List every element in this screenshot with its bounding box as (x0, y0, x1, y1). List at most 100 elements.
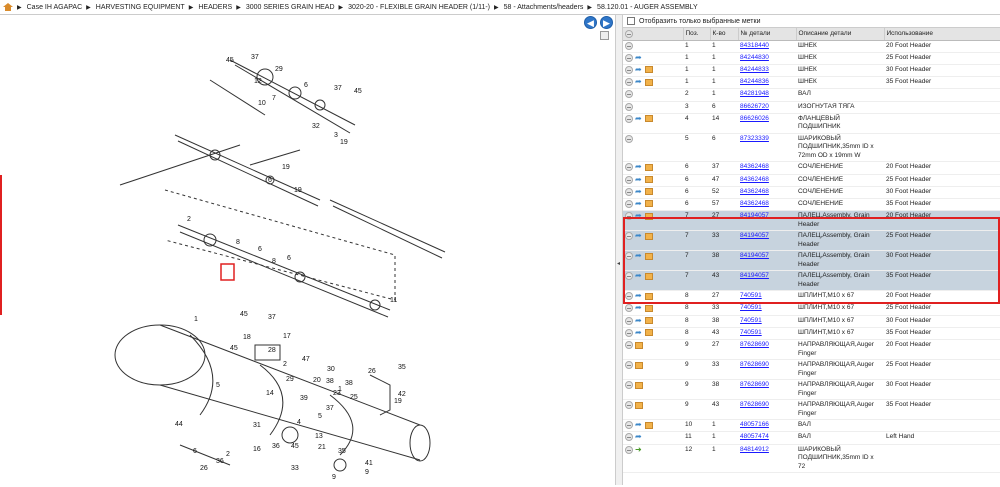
callout-label[interactable]: 45 (354, 88, 362, 95)
zoom-toggle[interactable] (600, 31, 609, 40)
cart-box-icon[interactable] (635, 381, 643, 389)
callout-label[interactable]: 42 (398, 391, 406, 398)
table-row[interactable]: ➦ 8 27 740591 ШПЛИНТ,M10 x 67 20 Foot Header (623, 290, 1000, 304)
part-number-link[interactable]: 84194057 (740, 232, 769, 239)
callout-label[interactable]: 6 (287, 255, 291, 262)
callout-label[interactable]: 5 (318, 413, 322, 420)
expand-icon[interactable] (625, 199, 633, 208)
replace-arrow-icon[interactable]: ➦ (635, 252, 643, 260)
callout-label[interactable]: 5 (216, 382, 220, 389)
callout-label[interactable]: 36 (272, 443, 280, 450)
callout-label[interactable]: 19 (294, 187, 302, 194)
replace-arrow-icon[interactable]: ➦ (635, 421, 643, 429)
expand-icon[interactable] (625, 114, 633, 123)
collapse-arrow-icon[interactable]: ◂ (617, 260, 620, 267)
table-row[interactable]: ➦ 8 38 740591 ШПЛИНТ,M10 x 67 30 Foot Header (623, 315, 1000, 328)
callout-label[interactable]: 38 (326, 378, 334, 385)
callout-label[interactable]: 6 (304, 82, 308, 89)
callout-label[interactable]: 33 (291, 465, 299, 472)
part-number-link[interactable]: 87628690 (740, 401, 769, 408)
expand-icon[interactable] (625, 232, 633, 241)
replace-arrow-icon[interactable]: ➦ (635, 187, 643, 196)
callout-label[interactable]: 19 (394, 398, 402, 405)
part-number-link[interactable]: 740591 (740, 292, 762, 299)
part-number-link[interactable]: 84362468 (740, 200, 769, 207)
table-row[interactable]: ➦ 7 43 84194057 ПАЛЕЦ,Assembly, Grain Header… (623, 270, 1000, 292)
table-row[interactable]: 9 38 87628690 НАПРАВЛЯЮЩАЯ,Auger Finger 30 F… (623, 379, 1000, 401)
table-row[interactable]: ➦ 8 43 740591 ШПЛИНТ,M10 x 67 35 Foot Header (623, 327, 1000, 341)
cart-box-icon[interactable] (645, 66, 653, 74)
diagram-panel[interactable]: 45 37 29 12 10 7 6 37 45 32 3 19 19 6 19 2 8 6 8 6 11 5 1 45 37 1… (0, 15, 615, 485)
expand-icon[interactable] (625, 272, 633, 281)
cart-box-icon[interactable] (645, 212, 653, 220)
cart-box-icon[interactable] (645, 115, 653, 123)
part-number-link[interactable]: 84362468 (740, 176, 769, 183)
part-number-link[interactable]: 740591 (740, 329, 762, 336)
forward-arrow-icon[interactable]: ▶ (600, 16, 613, 29)
callout-label[interactable]: 16 (253, 446, 261, 453)
table-row[interactable]: ➦ 6 47 84362468 СОЧЛЕНЕНИЕ 25 Foot Header (623, 174, 1000, 187)
breadcrumb-item[interactable]: 58 - Attachments/headers (504, 4, 584, 11)
callout-label[interactable]: 8 (236, 239, 240, 246)
table-row[interactable]: ➦ 11 1 48057474 ВАЛ Left Hand (623, 431, 1000, 445)
part-number-link[interactable]: 84244830 (740, 54, 769, 61)
callout-label[interactable]: 35 (398, 364, 406, 371)
callout-label[interactable]: 1 (194, 316, 198, 323)
cart-box-icon[interactable] (645, 292, 653, 300)
replace-arrow-icon[interactable]: ➦ (635, 163, 643, 171)
callout-label[interactable]: 20 (313, 377, 321, 384)
table-row[interactable]: ➦ 7 33 84194057 ПАЛЕЦ,Assembly, Grain Header… (623, 230, 1000, 252)
callout-label[interactable]: 47 (302, 356, 310, 363)
callout-label[interactable]: 45 (226, 57, 234, 64)
callout-label[interactable]: 17 (283, 333, 291, 340)
replace-arrow-icon[interactable]: ➦ (635, 199, 643, 208)
expand-icon[interactable] (625, 175, 633, 184)
callout-label[interactable]: 9 (332, 474, 336, 481)
replace-arrow-icon[interactable]: ➦ (635, 78, 643, 86)
callout-label[interactable]: 26 (368, 368, 376, 375)
expand-icon[interactable] (625, 187, 633, 196)
replace-arrow-icon[interactable]: ➦ (635, 328, 643, 337)
table-row[interactable]: 9 33 87628690 НАПРАВЛЯЮЩАЯ,Auger Finger 25 F… (623, 359, 1000, 381)
part-number-link[interactable]: 84362468 (740, 188, 769, 195)
cart-box-icon[interactable] (645, 252, 653, 260)
callout-label[interactable]: 18 (243, 334, 251, 341)
part-number-link[interactable]: 84194057 (740, 272, 769, 279)
expand-icon[interactable] (625, 212, 633, 221)
callout-label[interactable]: 6 (193, 448, 197, 455)
expand-icon[interactable] (625, 316, 633, 325)
callout-label[interactable]: 2 (187, 216, 191, 223)
replace-arrow-icon[interactable]: ➦ (635, 114, 643, 123)
callout-label[interactable]: 41 (365, 460, 373, 467)
callout-label[interactable]: 45 (291, 443, 299, 450)
replace-arrow-icon[interactable]: ➦ (635, 53, 643, 62)
part-number-link[interactable]: 740591 (740, 304, 762, 311)
callout-label[interactable]: 45 (230, 345, 238, 352)
callout-label[interactable]: 37 (334, 85, 342, 92)
callout-label[interactable]: 29 (286, 376, 294, 383)
cart-box-icon[interactable] (645, 176, 653, 184)
cart-box-icon[interactable] (645, 272, 653, 280)
expand-icon[interactable] (625, 292, 633, 301)
show-selected-checkbox[interactable] (627, 17, 635, 25)
cart-box-icon[interactable] (635, 401, 643, 409)
table-row[interactable]: ➦ 6 57 84362468 СОЧЛЕНЕНИЕ 35 Foot Header (623, 198, 1000, 212)
cart-box-icon[interactable] (645, 200, 653, 208)
part-number-link[interactable]: 48057474 (740, 433, 769, 440)
callout-label[interactable]: 21 (318, 444, 326, 451)
expand-icon[interactable] (625, 401, 633, 410)
breadcrumb-item[interactable]: HARVESTING EQUIPMENT (96, 4, 185, 11)
table-row[interactable]: ➜ 12 1 84814912 ШАРИКОВЫЙ ПОДШИПНИК,35mm ID … (623, 444, 1000, 473)
expand-icon[interactable] (625, 381, 633, 390)
table-row[interactable]: ➦ 7 27 84194057 ПАЛЕЦ,Assembly, Grain Header… (623, 210, 1000, 232)
replace-arrow-icon[interactable]: ➦ (635, 272, 643, 280)
part-number-link[interactable]: 84318440 (740, 42, 769, 49)
cart-box-icon[interactable] (645, 304, 653, 312)
expand-all-icon[interactable] (625, 29, 633, 38)
header-pos[interactable]: Поз. (683, 28, 711, 41)
part-number-link[interactable]: 84281948 (740, 90, 769, 97)
expand-icon[interactable] (625, 341, 633, 350)
callout-label[interactable]: 32 (312, 123, 320, 130)
breadcrumb-item[interactable]: 3000 SERIES GRAIN HEAD (246, 4, 335, 11)
callout-label[interactable]: 9 (365, 469, 369, 476)
